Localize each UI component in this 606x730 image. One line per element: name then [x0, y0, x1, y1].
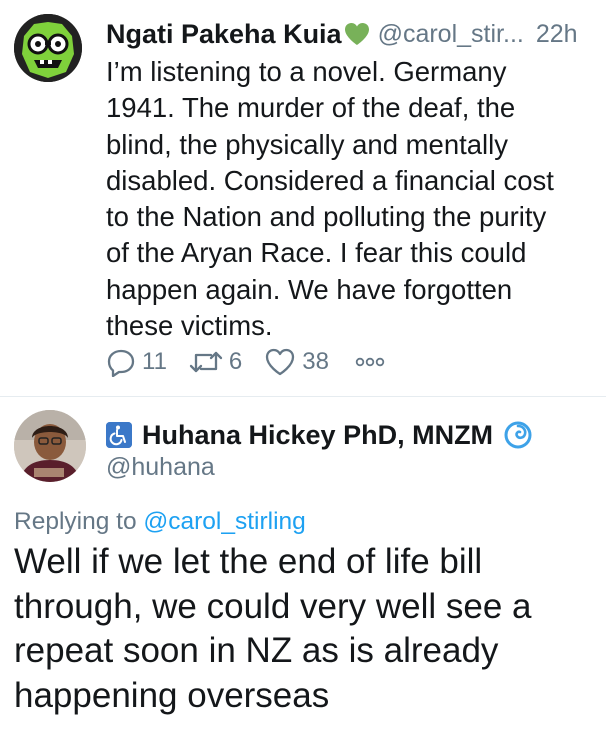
author-avatar[interactable] [14, 14, 82, 82]
reply-author-name[interactable]: Huhana Hickey PhD, MNZM [142, 420, 493, 451]
verified-badge-icon [503, 420, 533, 450]
tweet-text-line: of the Aryan Race. I fear this could [106, 237, 527, 269]
like-button[interactable]: 38 [264, 347, 329, 377]
tweet-divider [0, 396, 606, 397]
reply-icon [107, 349, 135, 377]
reply-text: Well if we let the end of life bill thro… [14, 540, 594, 718]
reply-text-line: happening overseas [14, 675, 330, 715]
reply-author-handle[interactable]: @huhana [106, 453, 215, 482]
original-tweet: Ngati Pakeha Kuia @carol_stir... 22h I’m… [0, 0, 606, 396]
tweet-header: Ngati Pakeha Kuia @carol_stir... 22h [106, 16, 596, 52]
person-photo-avatar-image [14, 410, 86, 482]
retweet-count: 6 [228, 348, 243, 375]
tweet-timestamp[interactable]: 22h [536, 20, 578, 49]
replying-to-label: Replying to [14, 508, 137, 535]
wheelchair-emoji-icon [106, 422, 132, 448]
author-handle[interactable]: @carol_stir... [378, 20, 524, 49]
retweet-icon [189, 351, 223, 373]
like-count: 38 [302, 348, 329, 375]
tweet-text-line: 1941. The murder of the deaf, the [106, 92, 516, 124]
tweet-text-line: I’m listening to a novel. Germany [106, 56, 507, 87]
tweet-text-line: these victims. [106, 310, 273, 342]
green-goblin-avatar-image [14, 14, 82, 82]
reply-text-line: repeat soon in NZ as is already [14, 631, 499, 670]
tweet-text-line: to the Nation and polluting the purity [106, 201, 547, 233]
green-heart-emoji-icon [344, 22, 370, 46]
more-icon [355, 357, 385, 367]
replying-to-line: Replying to @carol_stirling [14, 508, 306, 536]
tweet-text: I’m listening to a novel. Germany 1941. … [106, 54, 596, 344]
author-name[interactable]: Ngati Pakeha Kuia [106, 19, 342, 50]
reply-text-line: Well if we let the end of life bill [14, 542, 483, 581]
tweet-text-line: disabled. Considered a financial cost [106, 164, 554, 196]
reply-text-line: through, we could very well see a [14, 586, 532, 626]
replying-to-mention-link[interactable]: @carol_stirling [143, 508, 305, 535]
reply-button[interactable]: 11 [106, 347, 167, 377]
retweet-button[interactable]: 6 [189, 347, 242, 377]
tweet-text-line: blind, the physically and mentally [106, 128, 509, 160]
tweet-actions: 11 6 38 [106, 344, 385, 380]
reply-count: 11 [142, 348, 167, 375]
more-options-button[interactable] [355, 356, 385, 368]
like-icon [266, 348, 295, 376]
reply-header: Huhana Hickey PhD, MNZM [106, 417, 533, 453]
tweet-text-line: happen again. We have forgotten [106, 273, 513, 305]
reply-author-avatar[interactable] [14, 410, 86, 482]
